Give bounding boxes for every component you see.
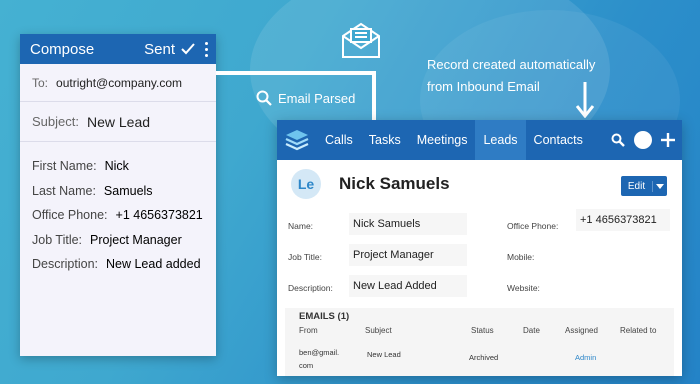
search-icon[interactable] — [611, 133, 625, 147]
plus-icon[interactable] — [661, 133, 675, 147]
to-value: outright@company.com — [56, 75, 183, 90]
email-parsed-text: Email Parsed — [278, 90, 356, 106]
body-line: Office Phone: +1 4656373821 — [32, 203, 216, 228]
field-label: Name: — [288, 221, 314, 231]
nav-tab-tasks[interactable]: Tasks — [361, 120, 409, 160]
emails-title: EMAILS (1) — [299, 311, 350, 322]
arrow-down-icon — [576, 82, 594, 118]
column-header[interactable]: Status — [471, 326, 494, 335]
subject-label: Subject: — [32, 114, 79, 129]
record-title: Nick Samuels — [339, 174, 450, 193]
message-body[interactable]: First Name: Nick Last Name: Samuels Office… — [20, 142, 216, 277]
connector-line — [372, 71, 376, 122]
envelope-letter-icon — [342, 22, 380, 58]
column-header[interactable]: From — [299, 326, 318, 335]
caption-line: from Inbound Email — [427, 79, 540, 94]
email-parsed-label: Email Parsed — [256, 90, 355, 106]
sent-label: Sent — [144, 40, 175, 58]
email-from: com — [299, 361, 314, 370]
field-name-value[interactable]: Nick Samuels — [349, 213, 467, 235]
body-label: Office Phone: — [32, 208, 108, 223]
field-label: Description: — [288, 283, 333, 293]
caret-down-icon[interactable] — [653, 183, 667, 189]
to-field[interactable]: To: outright@company.com — [20, 64, 216, 102]
column-header[interactable]: Subject — [365, 326, 392, 335]
body-value: Nick — [104, 159, 129, 174]
body-label: Job Title: — [32, 232, 83, 247]
compose-header: Compose Sent — [20, 34, 216, 64]
email-status: Archived — [469, 353, 499, 362]
app-logo-icon[interactable] — [277, 120, 317, 160]
search-icon — [256, 90, 272, 106]
compose-window: Compose Sent To: outright@company.com Su… — [20, 34, 216, 356]
checkmark-icon — [181, 43, 195, 55]
email-from: ben@gmail. — [299, 348, 340, 357]
body-line: Job Title: Project Manager — [32, 228, 216, 253]
body-label: First Name: — [32, 159, 97, 174]
nav-tab-meetings[interactable]: Meetings — [409, 120, 476, 160]
body-line: Last Name: Samuels — [32, 179, 216, 204]
nav-tab-calls[interactable]: Calls — [317, 120, 361, 160]
subject-value: New Lead — [86, 113, 151, 130]
compose-title: Compose — [30, 40, 95, 58]
crm-navbar: Calls Tasks Meetings Leads Contacts — [277, 120, 682, 160]
record-created-caption: Record created automatically from Inboun… — [427, 54, 647, 98]
body-line: First Name: Nick — [32, 154, 216, 179]
emails-subpanel: EMAILS (1) From Subject Status Date Assi… — [285, 308, 674, 376]
column-header[interactable]: Assigned — [565, 326, 598, 335]
to-label: To: — [32, 75, 49, 90]
lead-avatar: Le — [291, 169, 321, 199]
body-line: Description: New Lead added — [32, 252, 216, 277]
column-header[interactable]: Related to — [620, 326, 656, 335]
body-label: Description: — [32, 257, 98, 272]
edit-button[interactable]: Edit — [621, 176, 667, 196]
nav-tab-contacts[interactable]: Contacts — [526, 120, 591, 160]
column-header[interactable]: Date — [523, 326, 540, 335]
field-jobtitle-value[interactable]: Project Manager — [349, 244, 467, 266]
more-options-icon[interactable] — [205, 41, 208, 57]
body-label: Last Name: — [32, 183, 96, 198]
field-label: Office Phone: — [507, 221, 559, 231]
crm-window: Calls Tasks Meetings Leads Contacts Le N… — [277, 120, 682, 376]
body-value: +1 4656373821 — [115, 208, 203, 223]
record-header: Le Nick Samuels Edit — [277, 160, 682, 208]
body-value: Samuels — [103, 183, 153, 198]
nav-tab-leads[interactable]: Leads — [475, 120, 526, 160]
edit-label: Edit — [621, 180, 653, 192]
field-label: Job Title: — [288, 252, 323, 262]
email-subject[interactable]: New Lead — [367, 350, 401, 359]
field-label: Mobile: — [507, 252, 535, 262]
sent-button[interactable]: Sent — [144, 41, 195, 58]
caption-line: Record created automatically — [427, 57, 596, 72]
field-label: Website: — [507, 283, 540, 293]
body-value: New Lead added — [106, 257, 201, 272]
user-avatar[interactable] — [634, 131, 652, 149]
connector-line — [216, 71, 376, 75]
subject-field[interactable]: Subject: New Lead — [20, 102, 216, 142]
field-phone-value[interactable]: +1 4656373821 — [576, 209, 670, 231]
field-description-value[interactable]: New Lead Added — [349, 275, 467, 297]
email-assigned-link[interactable]: Admin — [575, 353, 596, 362]
body-value: Project Manager — [90, 232, 182, 247]
